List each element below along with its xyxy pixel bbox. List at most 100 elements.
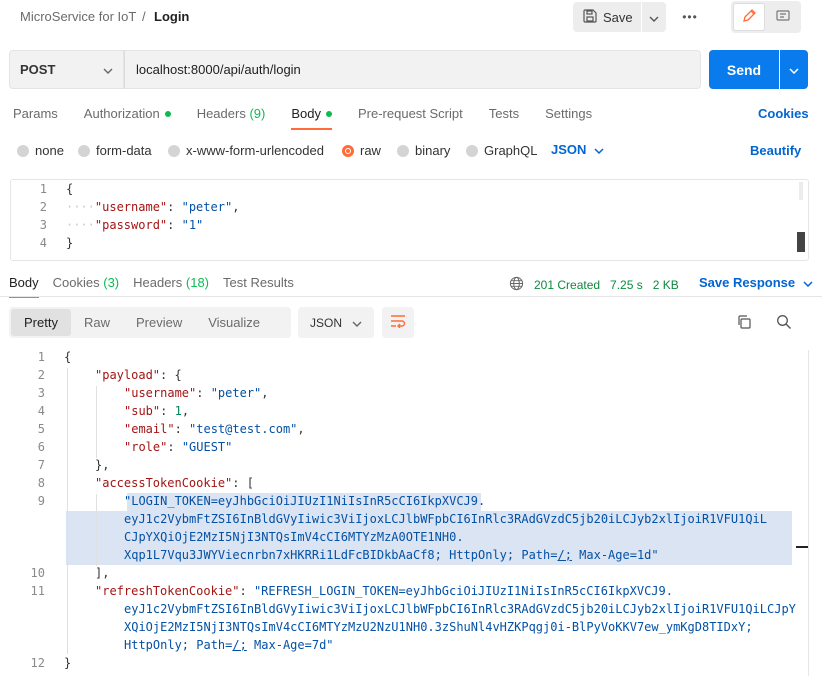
scrollbar-track[interactable] <box>808 350 809 676</box>
url-input[interactable]: localhost:8000/api/auth/login <box>124 50 701 89</box>
code-line: Xqp1L7Vqu3JWYViecnrbn7xHKRRi1LdFcBIDkbAa… <box>124 548 659 562</box>
tab-response-headers[interactable]: Headers (18) <box>133 270 209 296</box>
radio-selected-icon <box>342 144 354 157</box>
tab-tests[interactable]: Tests <box>489 100 519 128</box>
chevron-down-icon <box>594 142 604 157</box>
save-icon <box>583 8 597 26</box>
tab-params[interactable]: Params <box>13 100 58 128</box>
request-tabs: Params Authorization Headers (9) Body Pr… <box>13 100 618 130</box>
line-number: 3 <box>39 218 47 232</box>
code-line: "refreshTokenCookie": "REFRESH_LOGIN_TOK… <box>95 584 673 598</box>
save-button[interactable]: Save <box>573 2 641 32</box>
chevron-down-icon <box>803 275 813 290</box>
search-icon[interactable] <box>776 314 792 333</box>
path-link[interactable]: /; <box>232 638 246 652</box>
copy-icon[interactable] <box>736 314 752 333</box>
body-type-form-data[interactable]: form-data <box>78 143 152 158</box>
breadcrumb-separator: / <box>142 9 146 24</box>
line-number: 8 <box>37 476 45 490</box>
tab-settings[interactable]: Settings <box>545 100 592 128</box>
save-response-button[interactable]: Save Response <box>699 275 813 290</box>
request-body-editor[interactable]: 1 2 3 4 { ····"username": "peter", ····"… <box>10 179 809 261</box>
chevron-down-icon <box>649 10 659 25</box>
indent-guide <box>67 368 68 654</box>
comment-icon <box>775 8 791 27</box>
radio-icon <box>466 144 478 157</box>
response-time[interactable]: 7.25 s <box>610 278 643 292</box>
code-line: }, <box>95 458 110 472</box>
method-label: POST <box>20 62 56 77</box>
view-mode-toggle <box>731 1 801 33</box>
more-actions-button[interactable]: ••• <box>676 2 704 32</box>
body-type-graphql[interactable]: GraphQL <box>466 143 537 158</box>
line-number: 2 <box>39 200 47 214</box>
globe-icon[interactable] <box>509 276 524 294</box>
response-size[interactable]: 2 KB <box>653 278 679 292</box>
tab-pre-request-script[interactable]: Pre-request Script <box>358 100 463 128</box>
scrollbar[interactable] <box>799 182 803 200</box>
tab-test-results[interactable]: Test Results <box>223 270 294 296</box>
status-dot <box>164 110 171 117</box>
path-link[interactable]: /; <box>557 548 571 562</box>
response-format-select[interactable]: JSON <box>298 307 374 338</box>
radio-icon <box>17 144 29 157</box>
code-line: "accessTokenCookie": [ <box>95 476 254 490</box>
line-number: 3 <box>37 386 45 400</box>
code-line: } <box>64 656 72 670</box>
method-select[interactable]: POST <box>9 50 124 89</box>
raw-format-select[interactable]: JSON <box>551 142 604 157</box>
line-number: 5 <box>37 422 45 436</box>
line-number: 4 <box>37 404 45 418</box>
documentation-mode-button[interactable] <box>767 3 799 31</box>
status-dot <box>325 110 332 117</box>
save-dropdown-button[interactable] <box>642 2 666 32</box>
indent-guide <box>96 494 97 566</box>
pencil-icon <box>741 8 757 27</box>
view-pretty[interactable]: Pretty <box>11 309 71 336</box>
response-body-viewer[interactable]: 1 2 3 4 5 6 7 8 9 10 11 12 { "payload": … <box>0 346 822 678</box>
code-line: ], <box>95 566 110 580</box>
status-code[interactable]: 201 Created <box>534 278 600 292</box>
line-number: 9 <box>37 494 45 508</box>
tab-response-body[interactable]: Body <box>9 270 39 298</box>
code-line: eyJ1c2VybmFtZSI6InBldGVyIiwic3ViIjoxLCJl… <box>124 512 767 526</box>
line-number: 6 <box>37 440 45 454</box>
line-number: 11 <box>30 584 45 598</box>
code-line: XQiOjE2MzI5NjI3NTQsImV4cCI6MTYzMzU2NzU1N… <box>124 620 753 634</box>
code-line: eyJ1c2VybmFtZSI6InBldGVyIiwic3ViIjoxLCJl… <box>124 602 796 616</box>
chevron-down-icon <box>103 62 113 77</box>
line-number: 4 <box>39 236 47 250</box>
body-type-none[interactable]: none <box>17 143 64 158</box>
breadcrumb-parent[interactable]: MicroService for IoT <box>20 9 136 24</box>
tab-response-cookies[interactable]: Cookies (3) <box>53 270 119 296</box>
send-button[interactable]: Send <box>709 50 779 89</box>
beautify-button[interactable]: Beautify <box>750 143 801 158</box>
code-line: { <box>64 350 72 364</box>
scroll-marker <box>797 232 805 252</box>
tab-body[interactable]: Body <box>291 100 332 130</box>
radio-icon <box>168 144 180 157</box>
tab-authorization[interactable]: Authorization <box>84 100 171 128</box>
tab-headers[interactable]: Headers (9) <box>197 100 266 128</box>
view-raw[interactable]: Raw <box>71 309 123 336</box>
body-type-urlencoded[interactable]: x-www-form-urlencoded <box>168 143 324 158</box>
body-type-raw[interactable]: raw <box>342 143 381 158</box>
wrap-lines-button[interactable] <box>382 307 414 338</box>
code-line: "LOGIN_TOKEN=eyJhbGciOiJIUzI1NiIsInR5cCI… <box>124 494 486 508</box>
cookies-link[interactable]: Cookies <box>758 106 809 121</box>
code-line: ····"password": "1" <box>66 218 204 232</box>
body-type-binary[interactable]: binary <box>397 143 450 158</box>
edit-mode-button[interactable] <box>733 3 765 31</box>
code-line: "email": "test@test.com", <box>124 422 305 436</box>
code-line: HttpOnly; Path=/; Max-Age=7d" <box>124 638 334 652</box>
code-line: { <box>66 182 74 196</box>
send-dropdown-button[interactable] <box>780 50 808 89</box>
line-number: 1 <box>37 350 45 364</box>
wrap-icon <box>389 314 407 331</box>
line-number: 1 <box>39 182 47 196</box>
code-line: ····"username": "peter", <box>66 200 240 214</box>
view-preview[interactable]: Preview <box>123 309 195 336</box>
indent-guide <box>96 386 97 458</box>
radio-icon <box>397 144 409 157</box>
view-visualize[interactable]: Visualize <box>195 309 273 336</box>
